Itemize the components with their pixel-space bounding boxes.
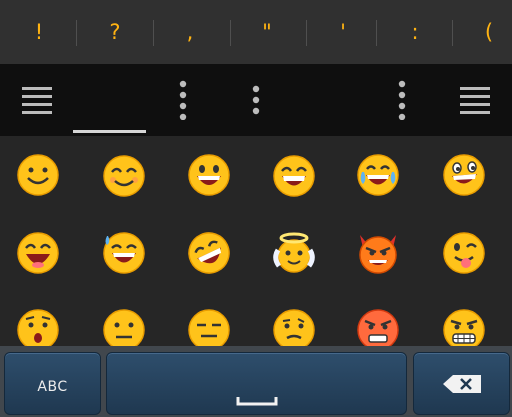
smiling-face-icon[interactable] bbox=[17, 154, 59, 196]
space-bar-icon bbox=[236, 397, 278, 406]
grinning-squint-face-icon[interactable] bbox=[273, 155, 315, 197]
symbol-key-double-quote[interactable]: " bbox=[228, 0, 306, 64]
space-key[interactable] bbox=[106, 352, 407, 415]
backspace-key[interactable] bbox=[413, 352, 510, 415]
symbol-key-comma[interactable]: , bbox=[151, 0, 229, 64]
category-tab-2[interactable] bbox=[219, 64, 292, 136]
sweat-smile-face-icon[interactable] bbox=[103, 232, 145, 274]
expressionless-face-icon[interactable] bbox=[188, 309, 230, 351]
category-tab-right-menu[interactable] bbox=[438, 64, 512, 136]
grinning-face-icon[interactable] bbox=[188, 154, 230, 196]
devil-face-icon[interactable] bbox=[357, 232, 399, 274]
rolling-laughing-face-icon[interactable] bbox=[188, 232, 230, 274]
laughing-face-icon[interactable] bbox=[17, 232, 59, 274]
symbol-key-question[interactable]: ? bbox=[76, 0, 154, 64]
symbol-key-colon[interactable]: : bbox=[376, 0, 454, 64]
selected-tab-indicator bbox=[73, 130, 146, 133]
angry-face-icon[interactable] bbox=[357, 309, 399, 351]
symbol-key-apostrophe[interactable]: ' bbox=[304, 0, 382, 64]
abc-key-label: ABC bbox=[37, 379, 68, 395]
dots-icon bbox=[398, 80, 405, 120]
neutral-face-icon[interactable] bbox=[103, 309, 145, 351]
symbol-key-open-paren[interactable]: ( bbox=[450, 0, 512, 64]
tears-of-joy-face-icon[interactable] bbox=[357, 154, 399, 196]
symbol-key-exclamation[interactable]: ! bbox=[0, 0, 78, 64]
category-tab-1[interactable] bbox=[146, 64, 219, 136]
confused-face-icon[interactable] bbox=[273, 309, 315, 351]
menu-icon bbox=[21, 87, 52, 114]
grimacing-face-icon[interactable] bbox=[443, 309, 485, 351]
grinning-big-eyes-face-icon[interactable] bbox=[443, 154, 485, 196]
smiling-eyes-face-icon[interactable] bbox=[103, 155, 145, 197]
worried-face-icon[interactable] bbox=[17, 309, 59, 351]
dots-icon bbox=[252, 85, 259, 115]
angel-face-icon[interactable] bbox=[273, 232, 315, 274]
abc-key[interactable]: ABC bbox=[4, 352, 101, 415]
dots-icon bbox=[179, 80, 186, 120]
winking-tongue-face-icon[interactable] bbox=[443, 232, 485, 274]
category-tab-left-menu[interactable] bbox=[0, 64, 73, 136]
category-tab-3[interactable] bbox=[365, 64, 438, 136]
backspace-icon bbox=[443, 375, 481, 393]
category-tab-recent[interactable] bbox=[73, 64, 146, 136]
menu-icon bbox=[460, 87, 490, 114]
